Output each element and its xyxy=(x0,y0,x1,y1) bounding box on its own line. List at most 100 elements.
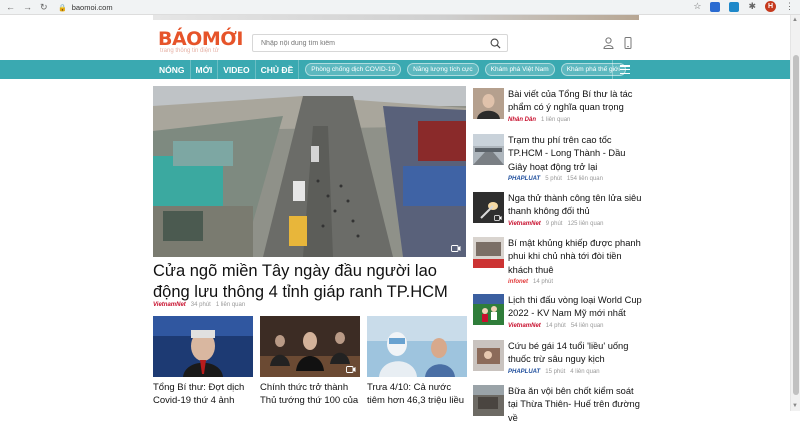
article-title[interactable]: Nga thử thành công tên lửa siêu thanh kh… xyxy=(508,192,643,219)
article-related[interactable]: 4 liên quan xyxy=(570,369,599,375)
topic-pill[interactable]: Khám phá Việt Nam xyxy=(484,63,555,76)
nav-item-hot[interactable]: NÓNG xyxy=(153,60,191,79)
video-icon xyxy=(451,245,461,252)
nav-item-topics[interactable]: CHỦ ĐỀ xyxy=(256,60,300,79)
star-icon[interactable]: ☆ xyxy=(693,1,701,12)
extension-icon[interactable] xyxy=(729,1,740,12)
back-icon[interactable]: ← xyxy=(6,2,15,13)
mobile-icon[interactable] xyxy=(624,37,632,49)
source-logo[interactable]: PHAPLUAT xyxy=(508,369,540,375)
side-article-text: Bữa ăn vội bên chốt kiểm soát tại Thừa T… xyxy=(508,385,643,425)
hero-time: 34 phút xyxy=(190,302,211,308)
article-thumbnail[interactable] xyxy=(367,316,467,377)
side-article-text: Cứu bé gái 14 tuổi 'liều' uống thuốc trừ… xyxy=(508,340,643,375)
browser-menu-icon[interactable]: ⋮ xyxy=(785,1,794,12)
scroll-down-icon[interactable]: ▼ xyxy=(792,403,798,409)
source-logo[interactable]: infonet xyxy=(508,279,528,285)
extension-icon[interactable] xyxy=(710,1,721,12)
source-logo[interactable]: VietnamNet xyxy=(153,302,186,308)
navbar-divider xyxy=(612,60,613,79)
hero-image[interactable] xyxy=(153,86,466,257)
article-thumbnail[interactable] xyxy=(473,134,504,165)
url-text: baomoi.com xyxy=(71,3,113,12)
nav-item-video[interactable]: VIDEO xyxy=(218,60,256,79)
search-input[interactable] xyxy=(253,35,483,51)
article-thumbnail[interactable] xyxy=(473,340,504,371)
search-icon[interactable] xyxy=(490,38,501,49)
source-logo[interactable]: PHAPLUAT xyxy=(508,176,540,182)
topic-pill[interactable]: Khám phá thế giới xyxy=(560,63,626,76)
forward-icon[interactable]: → xyxy=(23,2,32,13)
address-bar[interactable]: 🔒 baomoi.com xyxy=(58,2,708,13)
article-thumbnail[interactable] xyxy=(153,316,253,377)
reload-icon[interactable]: ↻ xyxy=(40,2,48,13)
article-title[interactable]: Bí mật khủng khiếp được phanh phui khi c… xyxy=(508,237,643,277)
side-article-text: Bài viết của Tổng Bí thư là tác phẩm có … xyxy=(508,88,643,123)
browser-toolbar: ← → ↻ 🔒 baomoi.com ☆ ✱ H ⋮ xyxy=(0,0,800,15)
site-logo[interactable]: BÁOMỚI trang thông tin điện tử xyxy=(158,30,243,55)
article-thumbnail[interactable] xyxy=(473,237,504,268)
side-article[interactable]: Bài viết của Tổng Bí thư là tác phẩm có … xyxy=(473,88,643,124)
side-article[interactable]: Bữa ăn vội bên chốt kiểm soát tại Thừa T… xyxy=(473,385,643,423)
hero-related[interactable]: 1 liên quan xyxy=(216,302,245,308)
page-scrollbar[interactable]: ▲ ▼ xyxy=(790,15,800,411)
browser-nav: ← → ↻ xyxy=(0,2,48,13)
article-title[interactable]: Tổng Bí thư: Đợt dịch Covid-19 thứ 4 ảnh xyxy=(153,381,253,407)
user-icon[interactable] xyxy=(603,37,614,49)
article-thumbnail[interactable] xyxy=(473,385,504,416)
article-time: 9 phút xyxy=(545,220,563,227)
nav-item-new[interactable]: MỚI xyxy=(191,60,219,79)
topic-pill[interactable]: Phòng chống dịch COVID-19 xyxy=(305,63,402,76)
article-meta: PHAPLUAT 5 phút 154 liên quan xyxy=(508,176,643,182)
scrollbar-thumb[interactable] xyxy=(793,55,799,395)
video-icon xyxy=(494,215,502,221)
source-logo[interactable]: VietnamNet xyxy=(508,323,541,329)
article-meta: infonet 14 phút xyxy=(508,279,643,285)
sub-article[interactable]: Trưa 4/10: Cả nước tiêm hơn 46,3 triệu l… xyxy=(367,316,467,407)
article-related[interactable]: 125 liên quan xyxy=(567,221,603,227)
source-logo[interactable]: Nhân Dân xyxy=(508,117,536,123)
side-article[interactable]: Lịch thi đấu vòng loại World Cup 2022 - … xyxy=(473,294,643,330)
article-related[interactable]: 154 liên quan xyxy=(567,176,603,182)
article-meta: Nhân Dân 1 liên quan xyxy=(508,117,643,123)
article-title[interactable]: Lịch thi đấu vòng loại World Cup 2022 - … xyxy=(508,294,643,321)
article-title[interactable]: Chính thức trở thành Thủ tướng thứ 100 c… xyxy=(260,381,360,407)
sub-article[interactable]: Tổng Bí thư: Đợt dịch Covid-19 thứ 4 ảnh xyxy=(153,316,253,407)
article-thumbnail[interactable] xyxy=(260,316,360,377)
hero-title[interactable]: Cửa ngõ miền Tây ngày đầu người lao động… xyxy=(153,261,473,303)
side-article[interactable]: Cứu bé gái 14 tuổi 'liều' uống thuốc trừ… xyxy=(473,340,643,376)
article-title[interactable]: Trạm thu phí trên cao tốc TP.HCM - Long … xyxy=(508,134,643,174)
puzzle-icon[interactable]: ✱ xyxy=(748,1,756,12)
article-meta: PHAPLUAT 15 phút 4 liên quan xyxy=(508,369,643,375)
side-article[interactable]: Trạm thu phí trên cao tốc TP.HCM - Long … xyxy=(473,134,643,182)
article-title[interactable]: Bữa ăn vội bên chốt kiểm soát tại Thừa T… xyxy=(508,385,643,425)
video-icon xyxy=(346,366,356,373)
article-title[interactable]: Bài viết của Tổng Bí thư là tác phẩm có … xyxy=(508,88,643,115)
article-related[interactable]: 1 liên quan xyxy=(541,117,570,123)
profile-avatar[interactable]: H xyxy=(765,1,776,12)
article-title[interactable]: Cứu bé gái 14 tuổi 'liều' uống thuốc trừ… xyxy=(508,340,643,367)
article-thumbnail[interactable] xyxy=(473,192,504,223)
hamburger-menu-icon[interactable] xyxy=(620,65,630,74)
sub-article[interactable]: Chính thức trở thành Thủ tướng thứ 100 c… xyxy=(260,316,360,407)
article-related[interactable]: 54 liên quan xyxy=(571,323,604,329)
search-box xyxy=(252,34,508,52)
side-article[interactable]: Bí mật khủng khiếp được phanh phui khi c… xyxy=(473,237,643,285)
article-time: 14 phút xyxy=(545,322,566,329)
article-thumbnail[interactable] xyxy=(473,294,504,325)
lock-icon: 🔒 xyxy=(58,4,67,12)
side-article-text: Lịch thi đấu vòng loại World Cup 2022 - … xyxy=(508,294,643,329)
side-article[interactable]: Nga thử thành công tên lửa siêu thanh kh… xyxy=(473,192,643,228)
article-time: 14 phút xyxy=(533,278,554,285)
side-article-text: Bí mật khủng khiếp được phanh phui khi c… xyxy=(508,237,643,285)
topic-pill[interactable]: Năng lượng tích cực xyxy=(407,63,479,76)
article-time: 15 phút xyxy=(545,368,566,375)
main-navbar: NÓNG MỚI VIDEO CHỦ ĐỀ Phòng chống dịch C… xyxy=(0,60,790,79)
article-time: 5 phút xyxy=(545,175,562,182)
header-icons xyxy=(603,37,632,49)
article-title[interactable]: Trưa 4/10: Cả nước tiêm hơn 46,3 triệu l… xyxy=(367,381,467,407)
article-thumbnail[interactable] xyxy=(473,88,504,119)
article-meta: VietnamNet 9 phút 125 liên quan xyxy=(508,221,643,227)
scroll-up-icon[interactable]: ▲ xyxy=(792,17,798,23)
source-logo[interactable]: VietnamNet xyxy=(508,221,541,227)
